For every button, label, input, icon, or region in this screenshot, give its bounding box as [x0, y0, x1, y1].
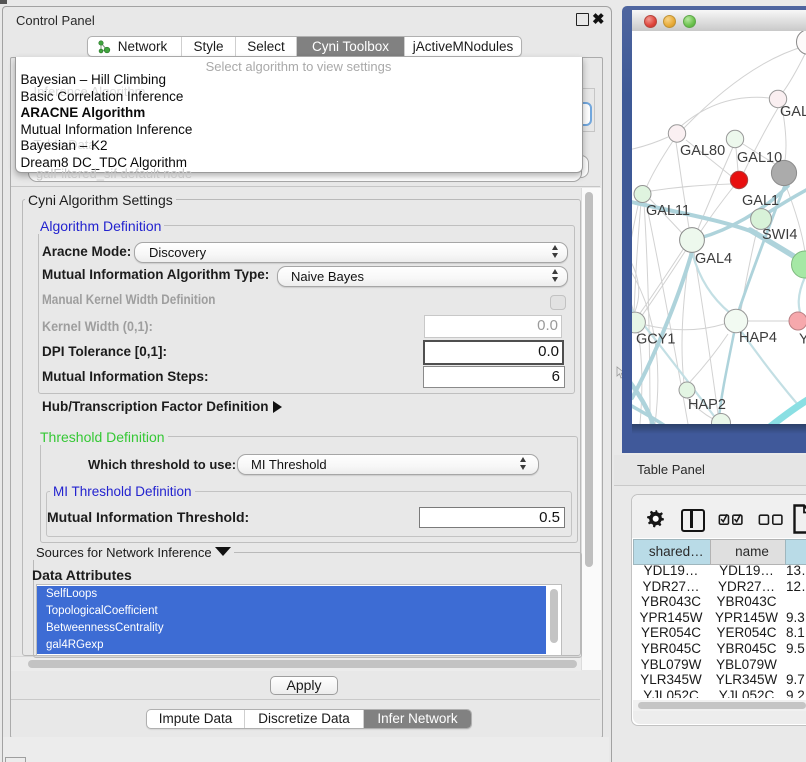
- svg-text:GAL7: GAL7: [780, 104, 806, 120]
- svg-text:GAL10: GAL10: [737, 150, 782, 166]
- svg-text:YM: YM: [799, 332, 806, 348]
- svg-text:GAL4: GAL4: [695, 251, 732, 267]
- svg-text:GAL80: GAL80: [680, 143, 725, 159]
- svg-text:GCY1: GCY1: [636, 332, 676, 348]
- svg-text:SWI4: SWI4: [762, 227, 797, 243]
- svg-text:GAL1: GAL1: [742, 193, 779, 209]
- svg-text:HAP4: HAP4: [739, 330, 777, 346]
- svg-text:GAL11: GAL11: [646, 203, 690, 219]
- svg-text:HAP2: HAP2: [688, 397, 726, 413]
